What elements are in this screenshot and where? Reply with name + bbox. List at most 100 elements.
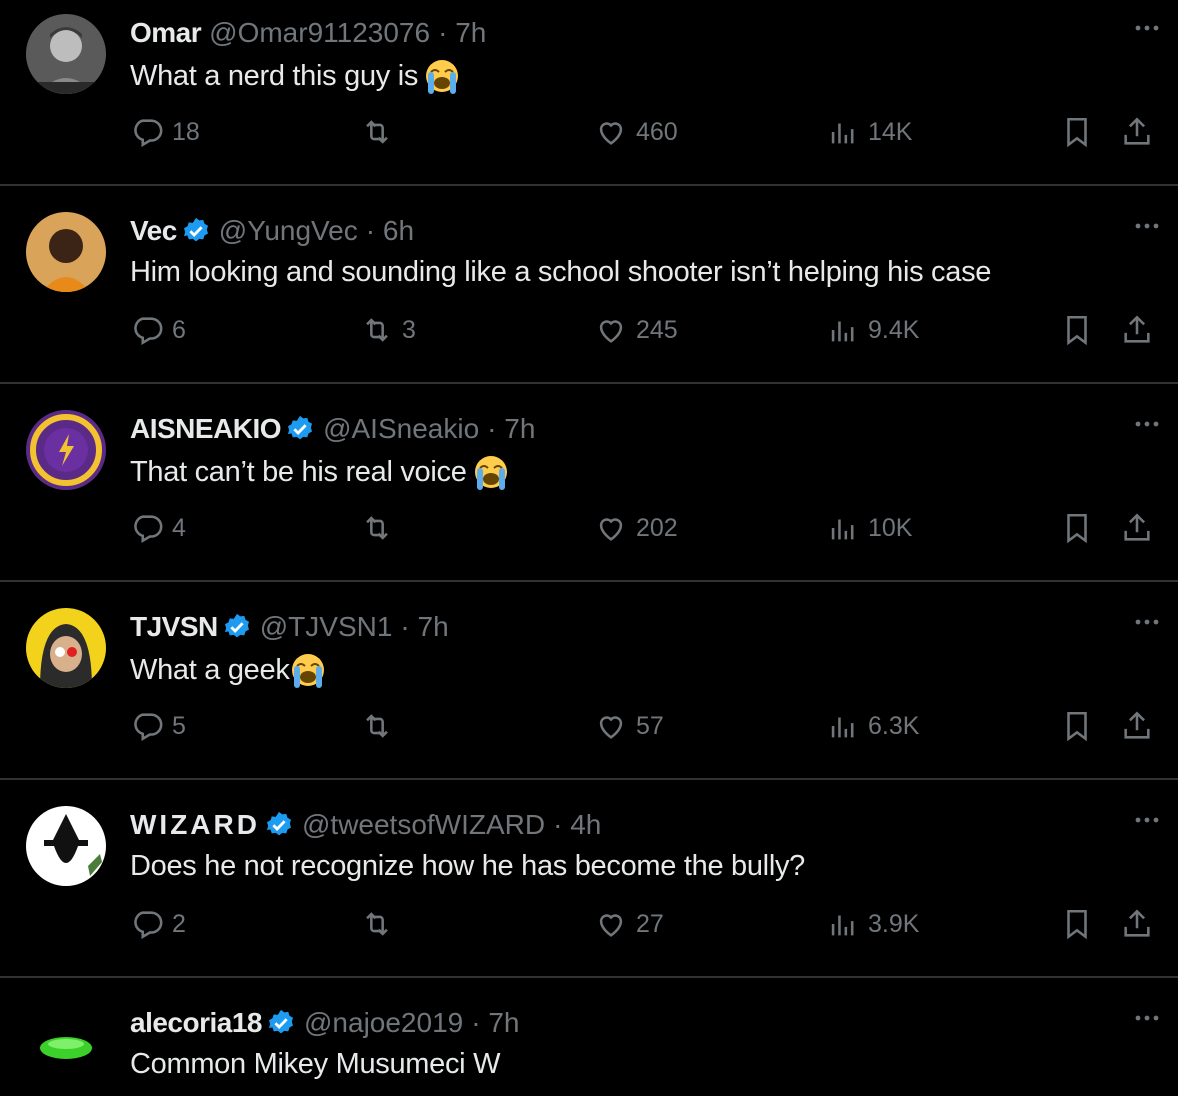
share-button[interactable] — [1120, 902, 1154, 946]
like-count: 245 — [636, 315, 678, 344]
divider — [0, 778, 1178, 780]
reply-button[interactable]: 18 — [130, 110, 200, 154]
reply-count: 18 — [172, 117, 200, 146]
view-count: 10K — [868, 513, 913, 542]
view-count: 14K — [868, 117, 913, 146]
avatar-image — [26, 410, 106, 490]
tweet[interactable]: Vec @YungVec · 6h Him looking and soundi… — [0, 198, 1178, 396]
views-button[interactable]: 3.9K — [826, 902, 919, 946]
share-button[interactable] — [1120, 506, 1154, 550]
more-icon[interactable] — [1132, 216, 1162, 236]
timestamp[interactable]: · 7h — [400, 611, 448, 643]
avatar[interactable] — [26, 806, 106, 886]
views-button[interactable]: 9.4K — [826, 308, 919, 352]
tweet-text: What a nerd this guy is — [130, 59, 419, 92]
user-handle[interactable]: @najoe2019 — [304, 1007, 463, 1039]
reply-count: 5 — [172, 711, 186, 740]
user-handle[interactable]: @TJVSN1 — [260, 611, 393, 643]
tweet[interactable]: alecoria18 @najoe2019 · 7h Common Mikey … — [0, 990, 1178, 1096]
timestamp[interactable]: · 7h — [487, 413, 535, 445]
heart-icon — [599, 716, 623, 739]
reply-button[interactable]: 5 — [130, 704, 186, 748]
divider — [0, 184, 1178, 186]
tweet[interactable]: TJVSN @TJVSN1 · 7h What a geek 5 57 6.3K — [0, 594, 1178, 792]
retweet-icon — [366, 714, 388, 738]
like-count: 202 — [636, 513, 678, 542]
avatar-image — [26, 212, 106, 292]
retweet-button[interactable] — [360, 110, 402, 154]
tweet[interactable]: WIZARD @tweetsofWIZARD · 4h Does he not … — [0, 792, 1178, 990]
like-button[interactable]: 57 — [594, 704, 664, 748]
views-button[interactable]: 6.3K — [826, 704, 919, 748]
view-count: 3.9K — [868, 909, 920, 938]
verified-badge-icon — [285, 414, 315, 444]
avatar[interactable] — [26, 608, 106, 688]
user-handle[interactable]: @AISneakio — [323, 413, 479, 445]
bookmark-button[interactable] — [1060, 704, 1094, 748]
timestamp[interactable]: · 7h — [438, 17, 486, 49]
avatar[interactable] — [26, 410, 106, 490]
user-handle[interactable]: @YungVec — [219, 215, 358, 247]
avatar[interactable] — [26, 212, 106, 292]
views-button[interactable]: 14K — [826, 110, 912, 154]
share-button[interactable] — [1120, 704, 1154, 748]
views-icon — [831, 123, 854, 144]
share-button[interactable] — [1120, 110, 1154, 154]
tweet-text-row: Him looking and sounding like a school s… — [130, 256, 991, 289]
more-icon[interactable] — [1132, 18, 1162, 38]
heart-icon — [599, 320, 623, 343]
more-icon[interactable] — [1132, 414, 1162, 434]
bookmark-button[interactable] — [1060, 308, 1094, 352]
reply-button[interactable]: 4 — [130, 506, 186, 550]
bookmark-button[interactable] — [1060, 902, 1094, 946]
heart-icon — [599, 914, 623, 937]
display-name[interactable]: Vec — [130, 215, 177, 247]
retweet-count: 3 — [402, 315, 416, 344]
timestamp[interactable]: · 4h — [553, 809, 601, 841]
reply-button[interactable]: 6 — [130, 308, 186, 352]
bookmark-button[interactable] — [1060, 506, 1094, 550]
tweet[interactable]: Omar @Omar91123076 · 7h What a nerd this… — [0, 0, 1178, 198]
retweet-button[interactable] — [360, 506, 402, 550]
retweet-button[interactable]: 3 — [360, 308, 416, 352]
display-name[interactable]: AISNEAKIO — [130, 413, 282, 445]
reply-count: 2 — [172, 909, 186, 938]
timestamp[interactable]: · 7h — [471, 1007, 519, 1039]
tweet[interactable]: AISNEAKIO @AISneakio · 7h That can’t be … — [0, 396, 1178, 594]
tweet-text: Him looking and sounding like a school s… — [130, 256, 992, 288]
timestamp[interactable]: · 6h — [366, 215, 414, 247]
user-handle[interactable]: @tweetsofWIZARD — [302, 809, 545, 841]
bookmark-icon — [1067, 117, 1087, 148]
more-icon[interactable] — [1132, 810, 1162, 830]
more-icon[interactable] — [1132, 1008, 1162, 1028]
avatar-image — [26, 608, 106, 688]
retweet-button[interactable] — [360, 902, 402, 946]
like-button[interactable]: 27 — [594, 902, 664, 946]
tweet-text: Common Mikey Musumeci W — [130, 1048, 501, 1080]
heart-icon — [599, 518, 623, 541]
reply-icon — [134, 713, 163, 742]
share-icon — [1124, 513, 1150, 541]
reply-button[interactable]: 2 — [130, 902, 186, 946]
share-icon — [1124, 315, 1150, 343]
reply-icon — [134, 911, 163, 940]
bookmark-button[interactable] — [1060, 110, 1094, 154]
tweet-text-row: What a nerd this guy is — [130, 58, 460, 94]
reply-icon — [134, 515, 163, 544]
avatar[interactable] — [26, 1004, 106, 1084]
bookmark-icon — [1067, 909, 1087, 940]
verified-badge-icon — [222, 612, 252, 642]
more-icon[interactable] — [1132, 612, 1162, 632]
avatar[interactable] — [26, 14, 106, 94]
display-name[interactable]: WIZARD — [130, 809, 260, 841]
user-handle[interactable]: @Omar91123076 — [209, 17, 430, 49]
like-button[interactable]: 245 — [594, 308, 678, 352]
like-button[interactable]: 202 — [594, 506, 678, 550]
display-name[interactable]: alecoria18 — [130, 1007, 263, 1039]
display-name[interactable]: TJVSN — [130, 611, 218, 643]
retweet-button[interactable] — [360, 704, 402, 748]
display-name[interactable]: Omar — [130, 17, 202, 49]
share-button[interactable] — [1120, 308, 1154, 352]
like-button[interactable]: 460 — [594, 110, 678, 154]
views-button[interactable]: 10K — [826, 506, 912, 550]
